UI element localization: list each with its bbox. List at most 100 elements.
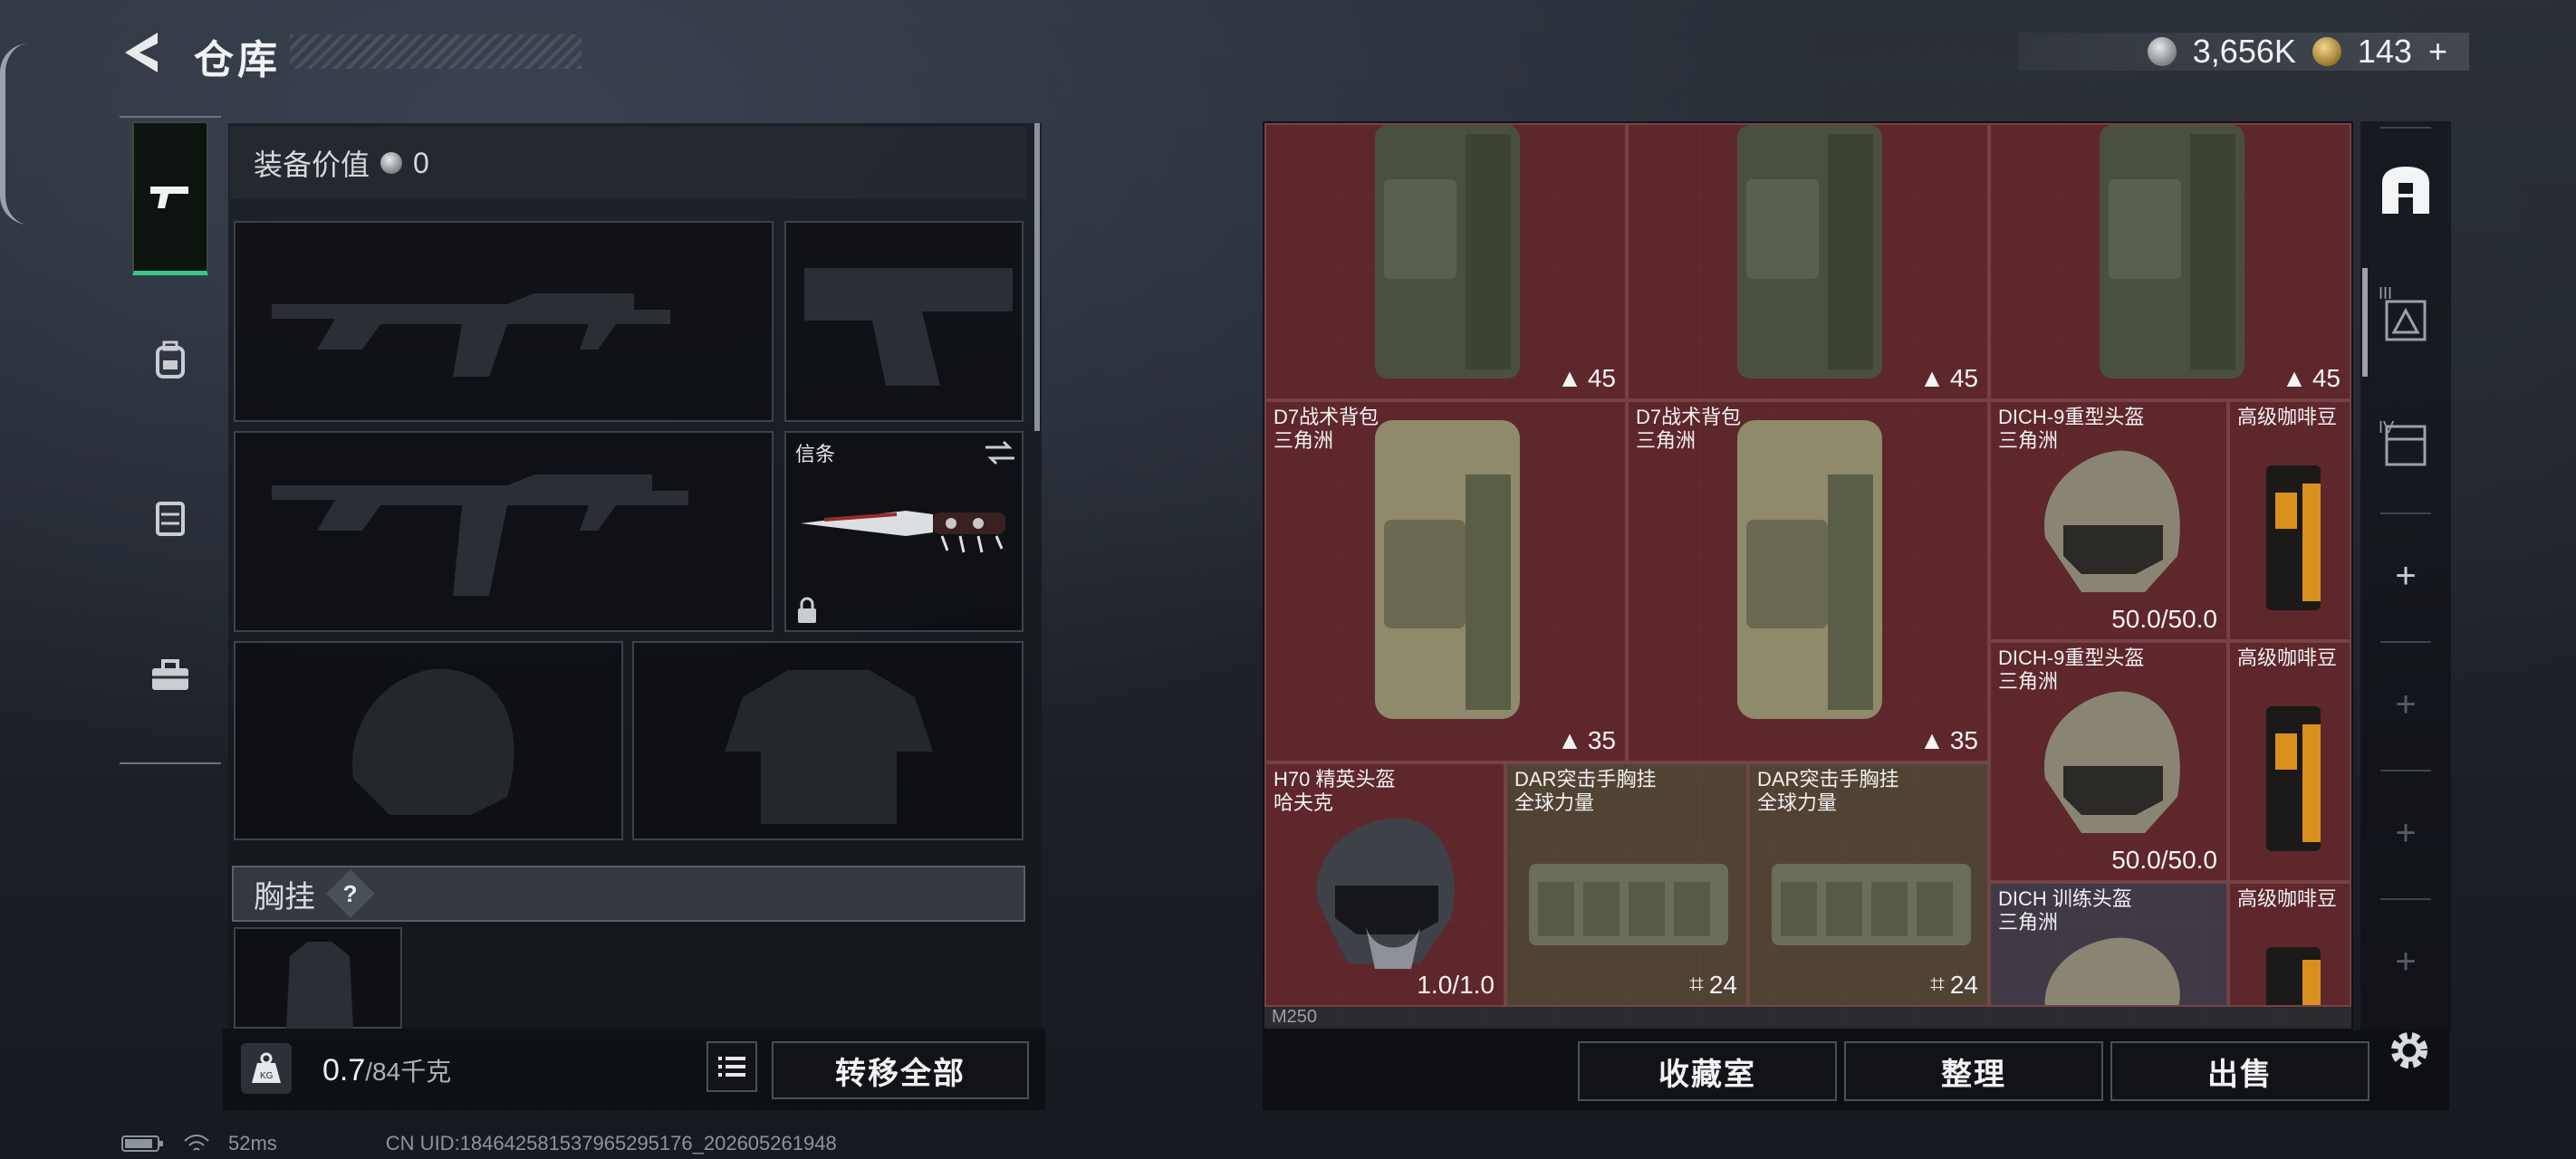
helmet-icon — [2044, 450, 2180, 592]
sidearm-slot[interactable] — [784, 221, 1024, 422]
user-id: CN UID:18464258153796529517​6_2026052619… — [385, 1132, 837, 1154]
add-stash-page-button[interactable]: + — [2360, 907, 2451, 1016]
item-capacity: ▲ 45 — [1557, 364, 1616, 392]
stash-footer-label: M250 — [1264, 1007, 2351, 1029]
vest-capacity-icon: ⌗ — [1689, 970, 1704, 998]
chest-rig-slot[interactable] — [234, 927, 402, 1030]
vest-capacity-icon: ⌗ — [1930, 970, 1945, 998]
gold-coin-icon — [2312, 37, 2341, 66]
helmet-icon — [1316, 818, 1455, 969]
toolbox-icon — [152, 659, 188, 690]
capacity-icon: ▲ — [1919, 364, 1945, 392]
chest-rig-header: 胸挂 ? — [232, 866, 1025, 922]
rifle-silhouette-icon — [272, 474, 688, 596]
edge-decoration — [0, 43, 29, 225]
stash-item-dich9-helmet[interactable]: DICH-9重型头盔 三角洲 50.0/50.0 — [1989, 400, 2228, 641]
item-durability: 50.0/50.0 — [2111, 846, 2217, 874]
add-stash-page-button[interactable]: + — [2360, 650, 2451, 759]
coffee-bag-icon — [2266, 465, 2321, 610]
stash-page-icon — [2385, 300, 2427, 341]
item-name: 高级咖啡豆 — [2237, 406, 2338, 428]
stash-item-coffee-beans[interactable]: 高级咖啡豆 — [2228, 400, 2351, 641]
gear-icon — [2391, 1032, 2427, 1068]
pistol-silhouette-icon — [804, 268, 1013, 386]
backpack-icon — [1737, 125, 1882, 378]
item-capacity: ⌗ 24 — [1689, 970, 1737, 999]
settings-button[interactable] — [2384, 1025, 2435, 1076]
battery-icon — [121, 1135, 163, 1152]
item-capacity: ▲ 45 — [1919, 364, 1978, 392]
item-name: 高级咖啡豆 — [2237, 887, 2338, 910]
stash-item-d7-backpack[interactable]: D7战术背包 三角洲 ▲ 35 — [1264, 400, 1627, 762]
add-stash-page-button[interactable]: + — [2360, 522, 2451, 630]
silver-coin-icon — [380, 152, 403, 174]
equipment-value-amount: 0 — [413, 146, 429, 179]
melee-slot[interactable]: 信条 — [784, 431, 1024, 632]
stash-page-main[interactable] — [2360, 136, 2451, 244]
sidebar-tab-backpack[interactable] — [132, 322, 208, 398]
rail-divider — [2380, 641, 2431, 643]
helmet-slot[interactable] — [234, 641, 623, 840]
capacity-icon: ▲ — [1557, 364, 1582, 392]
item-capacity: ⌗ 24 — [1930, 970, 1978, 999]
helmet-icon — [2044, 937, 2180, 1005]
help-icon[interactable]: ? — [326, 869, 375, 918]
primary-weapon-slot[interactable] — [234, 221, 774, 422]
sidebar-tab-vest[interactable] — [132, 480, 208, 556]
capacity-icon: ▲ — [2282, 364, 2307, 392]
stash-item-dich-training-helmet[interactable]: DICH 训练头盔 三角洲 — [1989, 882, 2228, 1007]
stash-page-3[interactable]: III — [2360, 266, 2451, 375]
gold-amount: 143 — [2357, 33, 2412, 70]
weight-current: 0.7 — [322, 1053, 366, 1087]
list-view-button[interactable] — [706, 1041, 757, 1092]
lock-icon — [798, 597, 816, 623]
sell-button[interactable]: 出售 — [2110, 1041, 2369, 1101]
armor-slot[interactable] — [632, 641, 1024, 840]
item-durability: 50.0/50.0 — [2111, 605, 2217, 633]
rifle-silhouette-icon — [272, 293, 670, 377]
ping-readout: 52ms — [228, 1132, 277, 1154]
knife-icon — [801, 511, 1005, 553]
backpack-icon — [1375, 420, 1520, 719]
transfer-all-button[interactable]: 转移全部 — [772, 1041, 1029, 1099]
vest-icon — [156, 502, 185, 536]
secondary-weapon-slot[interactable] — [234, 431, 774, 632]
stash-item-d7-backpack[interactable]: D7战术背包 三角洲 ▲ 35 — [1627, 400, 1989, 762]
gold-add-button[interactable]: + — [2428, 33, 2447, 71]
stash-item-backpack[interactable]: ▲ 45 — [1627, 123, 1989, 400]
swap-icon[interactable] — [982, 438, 1018, 467]
rail-divider — [2380, 127, 2431, 129]
list-icon — [718, 1057, 745, 1077]
back-button[interactable] — [118, 27, 168, 78]
stash-item-dar-vest[interactable]: DAR突击手胸挂 全球力量 ⌗ 24 — [1748, 762, 1989, 1007]
sidebar-tab-weapons[interactable] — [132, 121, 208, 275]
stash-page-4[interactable]: IV — [2360, 391, 2451, 500]
equipment-value-header: 装备价值 0 — [230, 127, 1027, 199]
item-name: DAR突击手胸挂 全球力量 — [1757, 768, 1899, 814]
title-decoration — [290, 34, 582, 69]
item-capacity: ▲ 35 — [1557, 726, 1616, 754]
stash-item-dar-vest[interactable]: DAR突击手胸挂 全球力量 ⌗ 24 — [1505, 762, 1748, 1007]
stash-item-coffee-beans[interactable]: 高级咖啡豆 — [2228, 882, 2351, 1007]
home-stash-icon — [2382, 167, 2429, 214]
stash-item-backpack[interactable]: ▲ 45 — [1264, 123, 1627, 400]
currency-bar: 3,656K 143 + — [2018, 33, 2469, 71]
equipment-scrollbar[interactable] — [1034, 123, 1040, 431]
weight-readout: 0.7/84千克 — [322, 1052, 451, 1088]
svg-text:KG: KG — [260, 1071, 274, 1081]
stash-item-coffee-beans[interactable]: 高级咖啡豆 — [2228, 641, 2351, 882]
sort-button[interactable]: 整理 — [1844, 1041, 2103, 1101]
melee-slot-label: 信条 — [795, 443, 836, 465]
vest-icon — [1772, 864, 1971, 945]
stash-item-backpack[interactable]: ▲ 45 — [1989, 123, 2351, 400]
sidebar-tab-toolbox[interactable] — [132, 637, 208, 714]
item-name: 高级咖啡豆 — [2237, 647, 2338, 669]
armor-silhouette-icon — [725, 670, 933, 824]
item-capacity: ▲ 45 — [2282, 364, 2341, 392]
add-stash-page-button[interactable]: + — [2360, 779, 2451, 887]
silver-amount: 3,656K — [2192, 33, 2296, 70]
stash-item-dich9-helmet[interactable]: DICH-9重型头盔 三角洲 50.0/50.0 — [1989, 641, 2228, 882]
stash-item-h70-helmet[interactable]: H70 精英头盔 哈夫克 1.0/1.0 — [1264, 762, 1505, 1007]
collection-room-button[interactable]: 收藏室 — [1578, 1041, 1837, 1101]
helmet-icon — [2044, 691, 2180, 833]
